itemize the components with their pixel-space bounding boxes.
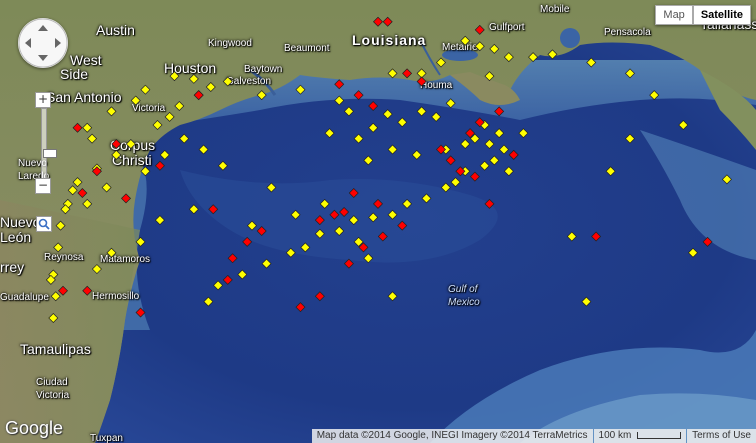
label-ciudad-victoria: Victoria [36,390,70,401]
satellite-basemap [0,0,756,443]
scale-bar [637,431,682,439]
label-nuevo-leon-1: Nuevo [0,214,41,230]
label-gulfport: Gulfport [489,22,525,33]
label-baytown: Baytown [244,64,283,75]
label-gulf-of: Gulf of [448,284,478,295]
label-guadalupe: Guadalupe [0,292,49,303]
map-canvas[interactable]: Louisiana Austin West Side Houston San A… [0,0,756,443]
label-victoria: Victoria [132,103,166,114]
map-type-map-button[interactable]: Map [655,5,693,25]
label-mobile: Mobile [540,4,570,15]
label-monterrey: rrey [0,259,25,275]
label-christi: Christi [112,152,152,168]
label-san-antonio: San Antonio [46,89,122,105]
zoom-in-button[interactable]: + [35,92,51,108]
scale-label: 100 km [598,430,632,441]
label-ciudad: Ciudad [36,377,68,388]
label-reynosa: Reynosa [44,252,84,263]
label-side: Side [60,66,89,82]
attribution-text[interactable]: Map data ©2014 Google, INEGI Imagery ©20… [311,429,593,443]
google-logo[interactable]: Google [5,418,63,439]
terms-of-use-link[interactable]: Terms of Use [687,429,756,443]
label-beaumont: Beaumont [284,43,330,54]
label-pensacola: Pensacola [604,27,651,38]
map-type-control: Map Satellite [655,5,751,25]
zoom-slider-handle[interactable] [43,149,57,158]
map-type-satellite-button[interactable]: Satellite [692,5,751,25]
label-houston: Houston [164,60,217,76]
label-houma: Houma [420,80,453,91]
label-austin: Austin [96,22,135,38]
label-tamaulipas: Tamaulipas [20,341,91,357]
scale-control[interactable]: 100 km [593,429,687,443]
label-kingwood: Kingwood [208,38,252,49]
zoom-slider-track[interactable] [41,108,57,180]
label-corpus: Corpus [110,137,156,153]
map-footer: Map data ©2014 Google, INEGI Imagery ©20… [311,429,756,443]
label-tuxpan: Tuxpan [90,433,123,443]
label-galveston: Galveston [226,76,272,87]
pan-control[interactable] [18,18,68,68]
label-hermosillo: Hermosillo [92,291,140,302]
label-nuevo-leon-2: León [0,229,32,245]
magnifier-icon[interactable] [36,216,52,232]
label-louisiana: Louisiana [352,32,427,48]
pan-arrows-icon [18,18,68,68]
label-matamoros: Matamoros [100,254,151,265]
zoom-out-button[interactable]: − [35,178,51,194]
label-gulf-mexico: Mexico [448,297,480,308]
label-metairie: Metairie [442,42,478,53]
